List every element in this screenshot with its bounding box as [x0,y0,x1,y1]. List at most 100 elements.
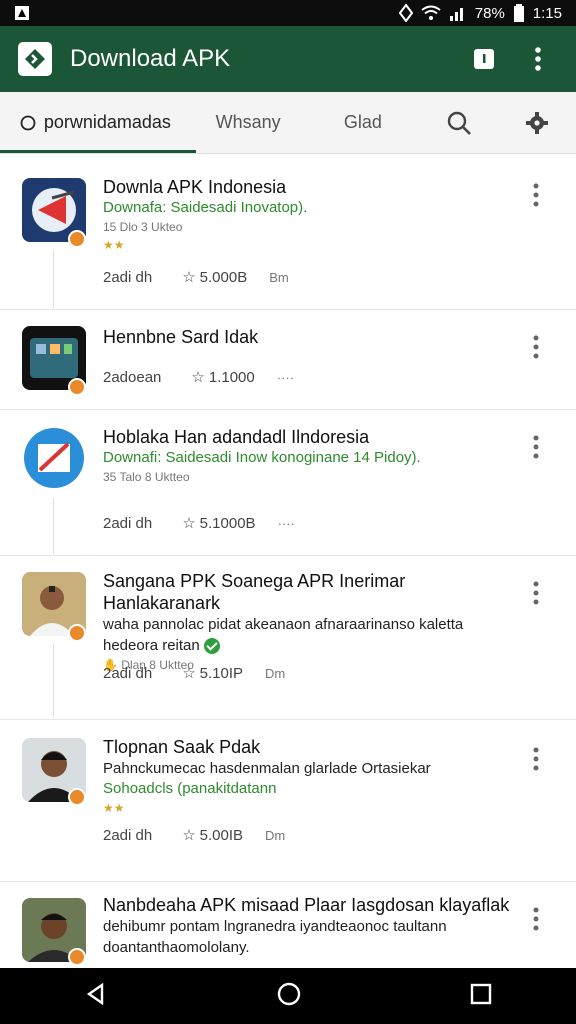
tab-downloads[interactable]: porwnidamadas [0,92,196,153]
download-box-icon [474,49,494,69]
back-icon [86,982,104,1005]
rating-value: 5.10IP [199,664,244,682]
back-button[interactable] [84,982,108,1011]
tab-label: Glad [343,112,382,132]
size-value: ···· [277,515,295,531]
rating-value: 1.1000 [208,368,255,386]
app-meta: 15 Dlo 3 Ukteo [103,220,183,234]
app-meta: 35 Talo 8 Uktteo [103,470,190,484]
overflow-menu-button[interactable] [518,39,558,79]
star-icon: ☆ [191,369,205,386]
verified-check-icon [203,638,220,655]
mini-stars: ★★ [103,801,125,815]
status-bar: 78% 1:15 [0,0,576,26]
app-logo [18,42,52,76]
downloads-button[interactable] [464,39,504,79]
blocked-image-icon [22,426,86,490]
radio-circle-icon [20,115,36,130]
size-value: Dm [265,665,286,681]
tab-third[interactable]: Glad [306,92,421,153]
list-item[interactable]: Downla APK Indonesia Downafa: Saidesadi … [0,170,576,310]
recents-icon [470,983,492,1004]
app-title: Sangana PPK Soanega APR Inerimar Hanlaka… [103,571,406,613]
app-title: Downla APK Indonesia [103,177,287,197]
list-item[interactable]: Tlopnan Saak Pdak Pahnckumecac hasdenmal… [0,720,576,882]
app-subtitle: Downafi: Saidesadi Inow konoginane 14 Pi… [103,449,421,466]
search-button[interactable] [420,92,498,153]
star-icon: ☆ [182,827,196,844]
battery-percent: 78% [474,4,505,22]
app-description-cont: hedeora reitan [103,637,200,654]
app-thumbnail [22,426,86,490]
more-vertical-icon [533,907,539,931]
more-options-button[interactable] [524,332,548,362]
app-title: Hennbne Sard Idak [103,327,259,347]
more-vertical-icon [533,747,539,771]
more-vertical-icon [533,435,539,459]
star-icon: ☆ [182,515,196,532]
size-value: Bm [269,269,289,285]
list-item[interactable]: Hoblaka Han adandadl Ilndoresia Downafi:… [0,410,576,556]
cell-signal-icon [449,8,463,21]
system-nav-bar [0,968,576,1024]
signal-icon [398,4,413,22]
install-count: 2adi dh [103,268,153,286]
app-badge [68,788,86,806]
list-item[interactable]: Nanbdeaha APK misaad Plaar Iasgdosan kla… [0,882,576,978]
divider [53,250,54,308]
app-list: Downla APK Indonesia Downafa: Saidesadi … [0,170,576,978]
tab-label: Whsany [215,112,281,132]
divider [53,498,54,554]
more-options-button[interactable] [524,578,548,608]
app-badge [68,948,86,966]
install-count: 2adi dh [103,664,153,682]
battery-icon [513,4,524,22]
home-button[interactable] [276,981,302,1012]
app-subtitle: Downafa: Saidesadi Inovatop). [103,199,308,216]
apk-logo-icon [25,49,45,69]
more-vertical-icon [533,183,539,207]
recents-button[interactable] [470,983,492,1010]
wifi-icon [421,5,441,20]
app-description: dehibumr pontam lngranedra iyandteaonoc … [103,918,447,935]
list-item[interactable]: Hennbne Sard Idak 2adoean ☆ 1.1000 ···· [0,310,576,410]
app-title: Nanbdeaha APK misaad Plaar Iasgdosan kla… [103,895,510,915]
app-description-line2: doantanthaomololany. [103,939,250,956]
app-description: Pahnckumecac hasdenmalan glarlade Ortasi… [103,760,431,777]
divider [53,644,54,718]
more-options-button[interactable] [524,432,548,462]
settings-button[interactable] [498,92,576,153]
rating-value: 5.1000B [199,514,256,532]
search-icon [448,111,472,135]
gear-icon [526,111,549,134]
more-vertical-icon [533,581,539,605]
app-badge [68,378,86,396]
app-description-line2: hedeora reitan [103,635,520,656]
app-title: Hoblaka Han adandadl Ilndoresia [103,427,370,447]
install-count: 2adoean [103,368,162,386]
app-description: waha pannolac pidat akeanaon afnaraarina… [103,616,464,633]
rating-value: 5.000B [199,268,248,286]
tab-second[interactable]: Whsany [191,92,306,153]
install-count: 2adi dh [103,514,153,532]
app-title: Download APK [70,45,231,72]
tab-bar: porwnidamadas Whsany Glad [0,92,576,154]
app-title: Tlopnan Saak Pdak [103,737,261,757]
notification-icon [15,6,29,20]
more-options-button[interactable] [524,744,548,774]
app-badge [68,230,86,248]
mini-stars: ★★ [103,238,125,252]
star-icon: ☆ [182,665,196,682]
clock: 1:15 [532,4,562,22]
list-item[interactable]: Sangana PPK Soanega APR Inerimar Hanlaka… [0,556,576,720]
more-vertical-icon [533,335,539,359]
app-subtitle: Sohoadcls (panakitdatann [103,780,277,797]
more-options-button[interactable] [524,180,548,210]
app-badge [68,624,86,642]
home-icon [277,982,301,1005]
size-value: Dm [265,827,286,843]
star-icon: ☆ [182,269,196,286]
more-options-button[interactable] [524,904,548,934]
app-bar: Download APK [0,26,576,92]
more-vertical-icon [535,47,541,71]
